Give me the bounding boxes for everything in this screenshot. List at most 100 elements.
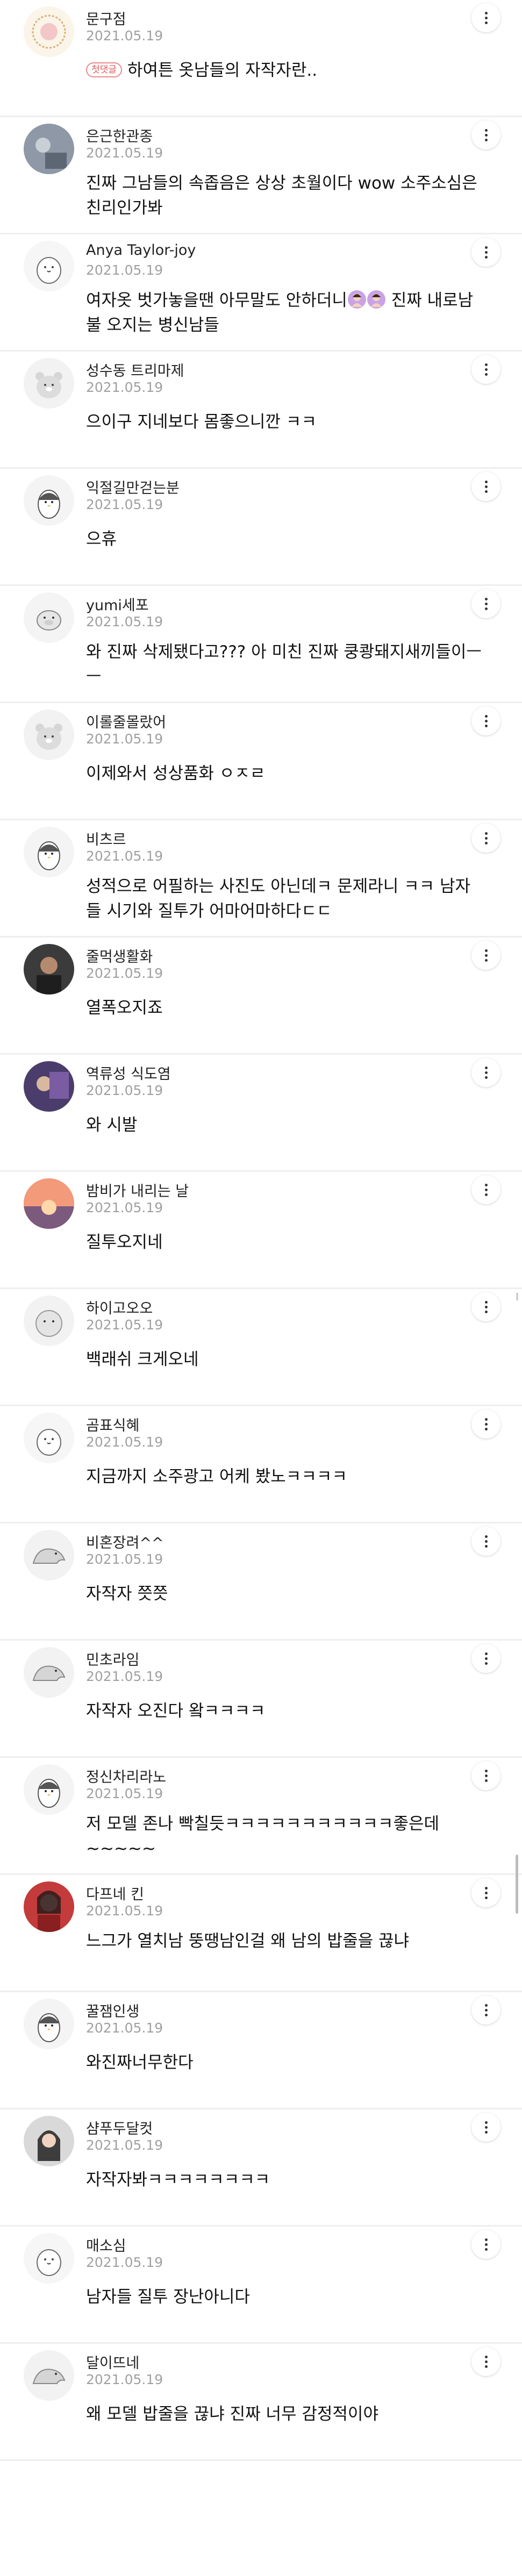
comment-author[interactable]: 다프네 킨 bbox=[86, 1883, 144, 1904]
comment-author[interactable]: 하이고오오 bbox=[86, 1297, 153, 1318]
more-options-button[interactable] bbox=[471, 1058, 500, 1087]
more-options-button[interactable] bbox=[471, 238, 500, 267]
more-options-button[interactable] bbox=[471, 706, 500, 735]
comment-author[interactable]: 비츠르 bbox=[86, 828, 126, 849]
photo-avatar-dark[interactable] bbox=[24, 944, 74, 994]
photo-avatar[interactable] bbox=[24, 124, 74, 174]
comment-date: 2021.05.19 bbox=[86, 497, 163, 512]
more-options-button[interactable] bbox=[471, 2347, 500, 2376]
more-dot-icon bbox=[484, 16, 488, 19]
more-options-button[interactable] bbox=[471, 355, 500, 384]
more-options-button[interactable] bbox=[471, 1644, 500, 1673]
comment-text: 이제와서 성상품화 ㅇㅈㄹ bbox=[86, 761, 484, 786]
comment-author[interactable]: 익절길만걷는분 bbox=[86, 476, 180, 497]
woman-emoji bbox=[367, 290, 386, 309]
comment-author[interactable]: 매소심 bbox=[86, 2234, 126, 2255]
more-options-button[interactable] bbox=[471, 1175, 500, 1204]
comment-item: yumi세포 2021.05.19 와 진짜 삭제됐다고??? 아 미친 진짜 … bbox=[0, 586, 522, 703]
more-dot-icon bbox=[484, 11, 488, 15]
comment-author[interactable]: Anya Taylor-joy bbox=[86, 242, 196, 259]
more-dot-icon bbox=[484, 1774, 488, 1777]
more-dot-icon bbox=[484, 368, 488, 371]
dino-avatar[interactable] bbox=[24, 1530, 74, 1580]
more-dot-icon bbox=[484, 1544, 488, 1548]
comment-author[interactable]: 곰표식혜 bbox=[86, 1414, 139, 1435]
more-dot-icon bbox=[484, 1418, 488, 1421]
more-dot-icon bbox=[484, 21, 488, 24]
more-options-button[interactable] bbox=[471, 1995, 500, 2024]
photo-avatar-woman[interactable] bbox=[24, 2116, 74, 2166]
more-options-button[interactable] bbox=[471, 824, 500, 853]
comment-date: 2021.05.19 bbox=[86, 1434, 163, 1450]
bear-avatar[interactable] bbox=[24, 710, 74, 760]
bear-avatar[interactable] bbox=[24, 358, 74, 409]
dino-avatar[interactable] bbox=[24, 2350, 74, 2401]
comment-item: Anya Taylor-joy 2021.05.19 여자옷 벗가놓을땐 아무말… bbox=[0, 234, 522, 352]
photo-avatar-red[interactable] bbox=[24, 1881, 74, 1932]
more-options-button[interactable] bbox=[471, 1409, 500, 1439]
comment-text: 열폭오지죠 bbox=[86, 996, 484, 1020]
more-dot-icon bbox=[484, 1071, 488, 1074]
pig-avatar[interactable] bbox=[24, 592, 74, 643]
comment-author[interactable]: 밤비가 내리는 날 bbox=[86, 1179, 189, 1200]
comment-text: 와진짜너무한다 bbox=[86, 2050, 484, 2075]
comment-text-body: 여자옷 벗가놓을땐 아무말도 안하더니 bbox=[86, 291, 347, 310]
more-dot-icon bbox=[484, 714, 488, 718]
more-options-button[interactable] bbox=[471, 2113, 500, 2142]
comment-author[interactable]: 은근한관종 bbox=[86, 125, 153, 146]
dino-avatar[interactable] bbox=[24, 1647, 74, 1698]
comment-author[interactable]: 샴푸두달컷 bbox=[86, 2117, 153, 2138]
penguin-avatar[interactable] bbox=[24, 1999, 74, 2049]
comment-text-body: 자작자 쯧쯧 bbox=[86, 1584, 168, 1604]
comment-author[interactable]: 비혼장려^^ bbox=[86, 1531, 164, 1552]
default-avatar[interactable] bbox=[24, 1413, 74, 1463]
more-options-button[interactable] bbox=[471, 2230, 500, 2259]
default-avatar[interactable] bbox=[24, 2233, 74, 2284]
first-comment-badge: 첫댓글 bbox=[86, 62, 122, 77]
comment-author[interactable]: 줄먹생활화 bbox=[86, 945, 153, 966]
comment-author[interactable]: 꿀잼인생 bbox=[86, 2000, 139, 2021]
more-options-button[interactable] bbox=[471, 472, 500, 501]
comment-date: 2021.05.19 bbox=[86, 2020, 163, 2036]
photo-avatar-purple[interactable] bbox=[24, 1061, 74, 1112]
more-options-button[interactable] bbox=[471, 120, 500, 149]
more-dot-icon bbox=[484, 1188, 488, 1191]
more-options-button[interactable] bbox=[471, 589, 500, 618]
comment-date: 2021.05.19 bbox=[86, 145, 163, 161]
scrollbar-thumb[interactable] bbox=[516, 1855, 518, 1914]
more-options-button[interactable] bbox=[471, 3, 500, 32]
penguin-avatar[interactable] bbox=[24, 1764, 74, 1815]
more-dot-icon bbox=[484, 1779, 488, 1782]
penguin-avatar[interactable] bbox=[24, 827, 74, 877]
comment-text-body: 자작자봐ㅋㅋㅋㅋㅋㅋㅋㅋ bbox=[86, 2170, 270, 2189]
comment-text: 남자들 질투 장난아니다 bbox=[86, 2285, 484, 2309]
sunset-avatar[interactable] bbox=[24, 1178, 74, 1229]
comment-author[interactable]: 달이뜨네 bbox=[86, 2351, 139, 2372]
default-avatar[interactable] bbox=[24, 241, 74, 291]
comment-author[interactable]: 이롤줄몰랐어 bbox=[86, 711, 166, 732]
comment-author[interactable]: yumi세포 bbox=[86, 593, 149, 614]
comment-date: 2021.05.19 bbox=[86, 1903, 163, 1919]
more-options-button[interactable] bbox=[471, 1761, 500, 1790]
comment-text: 지금까지 소주광고 어케 봤노ㅋㅋㅋㅋ bbox=[86, 1464, 484, 1489]
more-dot-icon bbox=[484, 1662, 488, 1665]
more-options-button[interactable] bbox=[471, 941, 500, 970]
comment-text-body: 자작자 오진다 왘ㅋㅋㅋㅋ bbox=[86, 1701, 266, 1721]
more-options-button[interactable] bbox=[471, 1527, 500, 1556]
comment-author[interactable]: 민초라임 bbox=[86, 1648, 139, 1669]
more-dot-icon bbox=[484, 485, 488, 488]
comment-date: 2021.05.19 bbox=[86, 2372, 163, 2387]
comment-author[interactable]: 문구점 bbox=[86, 8, 126, 28]
more-options-button[interactable] bbox=[471, 1878, 500, 1907]
comment-author[interactable]: 정신차리라노 bbox=[86, 1765, 166, 1786]
comment-date: 2021.05.19 bbox=[86, 1200, 163, 1215]
logo-avatar[interactable] bbox=[24, 6, 74, 57]
comment-author[interactable]: 역류성 식도염 bbox=[86, 1062, 171, 1083]
round-avatar[interactable] bbox=[24, 1296, 74, 1346]
comment-item: 하이고오오 2021.05.19 백래쉬 크게오네 bbox=[0, 1289, 522, 1406]
comment-author[interactable]: 성수동 트리마제 bbox=[86, 359, 184, 380]
more-options-button[interactable] bbox=[471, 1292, 500, 1321]
comment-date: 2021.05.19 bbox=[86, 262, 163, 278]
penguin-avatar[interactable] bbox=[24, 475, 74, 526]
more-dot-icon bbox=[484, 138, 488, 141]
